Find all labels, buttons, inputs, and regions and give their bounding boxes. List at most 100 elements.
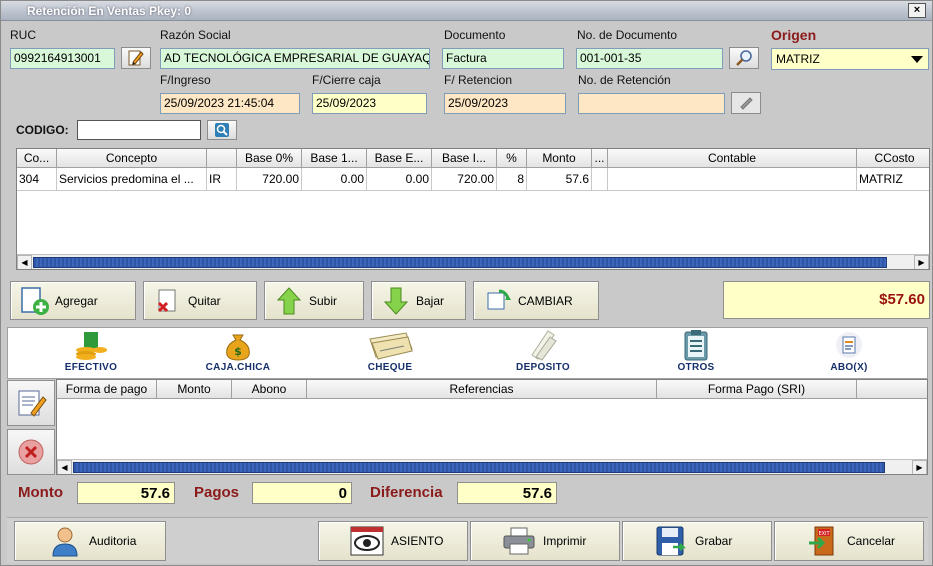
origen-label: Origen — [771, 27, 817, 43]
codigo-input[interactable] — [77, 120, 201, 140]
cambiar-label: CAMBIAR — [518, 293, 573, 308]
col-header[interactable]: Base I... — [432, 149, 497, 167]
pay-otros[interactable]: OTROS — [651, 328, 741, 378]
col-header[interactable]: Abono — [232, 380, 307, 398]
col-header[interactable]: Referencias — [307, 380, 657, 398]
col-header[interactable]: Concepto — [57, 149, 207, 167]
cell: 57.6 — [527, 168, 592, 190]
asiento-button[interactable]: ASIENTO — [318, 521, 468, 561]
origen-select[interactable]: MATRIZ — [771, 48, 929, 70]
detail-grid-header: Co... Concepto Base 0% Base 1... Base E.… — [17, 149, 929, 168]
delete-payment-button[interactable] — [7, 429, 55, 475]
payments-grid-header: Forma de pago Monto Abono Referencias Fo… — [57, 380, 927, 399]
f-cierre-field[interactable]: 25/09/2023 — [312, 93, 427, 114]
scroll-thumb[interactable] — [33, 257, 887, 268]
auditoria-button[interactable]: Auditoria — [14, 521, 166, 561]
pagos-label: Pagos — [194, 484, 240, 501]
cell: MATRIZ — [859, 172, 903, 186]
pay-cheque[interactable]: CHEQUE — [345, 328, 435, 378]
col-header[interactable]: Forma de pago — [57, 380, 157, 398]
diferencia-value: 57.6 — [457, 482, 557, 504]
pay-otros-label: OTROS — [677, 362, 715, 373]
bajar-button[interactable]: Bajar — [371, 281, 466, 320]
clipboard-list-icon — [651, 328, 741, 362]
f-cierre-label: F/Cierre caja — [312, 73, 381, 87]
edit-ruc-button[interactable] — [121, 47, 151, 69]
col-header[interactable]: Contable — [608, 149, 857, 167]
pay-deposito-label: DEPOSITO — [516, 362, 570, 373]
imprimir-button[interactable]: Imprimir — [470, 521, 620, 561]
subir-button[interactable]: Subir — [264, 281, 364, 320]
col-header[interactable] — [207, 149, 237, 167]
cell: IR — [207, 168, 237, 190]
col-header[interactable] — [857, 380, 927, 398]
cell: 0.00 — [367, 168, 432, 190]
pay-caja-chica[interactable]: $ CAJA.CHICA — [193, 328, 283, 378]
cambiar-button[interactable]: CAMBIAR — [473, 281, 599, 320]
cell — [592, 168, 608, 190]
col-header[interactable]: Forma Pago (SRI) — [657, 380, 857, 398]
agregar-label: Agregar — [55, 293, 98, 308]
user-icon — [47, 523, 83, 559]
col-header[interactable]: % — [497, 149, 527, 167]
col-header[interactable]: Base 1... — [302, 149, 367, 167]
grabar-button[interactable]: Grabar — [622, 521, 772, 561]
scroll-thumb[interactable] — [73, 462, 885, 473]
col-header[interactable]: Base 0% — [237, 149, 302, 167]
f-ingreso-label: F/Ingreso — [160, 73, 211, 87]
close-button[interactable]: × — [908, 3, 926, 18]
documento-label: Documento — [444, 28, 506, 42]
col-header[interactable]: Monto — [157, 380, 232, 398]
cash-icon — [46, 328, 136, 362]
form-cloud-icon — [804, 328, 894, 362]
no-documento-field[interactable]: 001-001-35 — [576, 48, 723, 69]
f-ingreso-field[interactable]: 25/09/2023 21:45:04 — [160, 93, 300, 114]
exit-door-icon: EXIT — [805, 523, 841, 559]
pay-caja-chica-label: CAJA.CHICA — [205, 362, 271, 373]
svg-text:$: $ — [234, 345, 242, 358]
cancelar-label: Cancelar — [847, 534, 896, 548]
cell: Servicios predomina el ... — [57, 168, 207, 190]
scroll-right-icon[interactable]: ▶ — [912, 460, 927, 474]
search-documento-button[interactable] — [729, 47, 759, 69]
cheque-icon — [345, 328, 435, 362]
search-icon — [215, 123, 229, 137]
scroll-left-icon[interactable]: ◀ — [17, 255, 32, 269]
pay-abono[interactable]: ABO(X) — [804, 328, 894, 378]
codigo-search-button[interactable] — [207, 120, 237, 140]
bajar-label: Bajar — [416, 293, 445, 308]
col-header[interactable]: Co... — [17, 149, 57, 167]
col-header[interactable]: CCosto — [857, 149, 929, 167]
retencion-action-button[interactable] — [731, 92, 761, 114]
detail-grid-hscrollbar[interactable]: ◀ ▶ — [17, 254, 929, 269]
edit-payment-button[interactable] — [7, 380, 55, 426]
scroll-left-icon[interactable]: ◀ — [57, 460, 72, 474]
pay-efectivo[interactable]: EFECTIVO — [46, 328, 136, 378]
quitar-button[interactable]: Quitar — [143, 281, 257, 320]
col-header[interactable]: ... — [592, 149, 608, 167]
imprimir-label: Imprimir — [543, 534, 587, 548]
agregar-button[interactable]: Agregar — [10, 281, 136, 320]
col-header[interactable]: Monto — [527, 149, 592, 167]
origen-value: MATRIZ — [776, 52, 820, 66]
table-row[interactable]: 304 Servicios predomina el ... IR 720.00… — [17, 168, 929, 191]
swap-icon — [480, 284, 516, 318]
f-retencion-field[interactable]: 25/09/2023 — [444, 93, 566, 114]
pagos-value: 0 — [252, 482, 352, 504]
cell: 8 — [497, 168, 527, 190]
monto-value: 57.6 — [77, 482, 175, 504]
documento-field[interactable]: Factura — [442, 48, 564, 69]
cancelar-button[interactable]: EXIT Cancelar — [774, 521, 924, 561]
pay-deposito[interactable]: DEPOSITO — [498, 328, 588, 378]
payments-grid-hscrollbar[interactable]: ◀ ▶ — [57, 459, 927, 474]
pay-abono-label: ABO(X) — [830, 362, 868, 373]
save-icon — [653, 523, 689, 559]
cell: 720.00 — [237, 168, 302, 190]
razon-social-field[interactable]: AD TECNOLÓGICA EMPRESARIAL DE GUAYAQUIL — [160, 48, 430, 69]
subir-label: Subir — [309, 293, 338, 308]
col-header[interactable]: Base E... — [367, 149, 432, 167]
scroll-right-icon[interactable]: ▶ — [914, 255, 929, 269]
no-retencion-field[interactable] — [578, 93, 725, 114]
money-bag-icon: $ — [193, 328, 283, 362]
ruc-field[interactable]: 0992164913001 — [10, 48, 115, 69]
